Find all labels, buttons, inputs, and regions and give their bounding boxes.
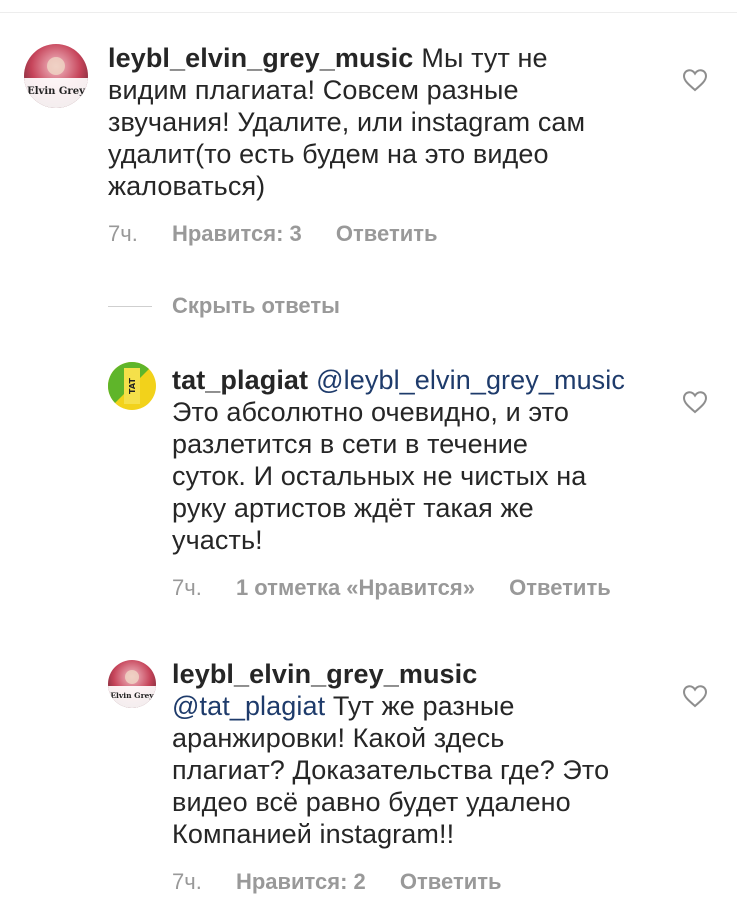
reply-button[interactable]: Ответить — [400, 869, 502, 894]
hide-replies-line — [108, 306, 152, 307]
likes-count[interactable]: Нравится: 3 — [172, 221, 302, 246]
comment-meta-1: 7ч. Нравится: 3 Ответить — [108, 220, 438, 248]
hide-replies-label[interactable]: Скрыть ответы — [172, 292, 340, 320]
comment-line: аранжировки! Какой здесь — [172, 723, 505, 753]
heart-icon[interactable] — [682, 390, 708, 414]
comment-text-1: leybl_elvin_grey_music Мы тут не видим пл… — [108, 42, 688, 202]
comment-line: Мы тут не — [421, 43, 548, 73]
comment-text-3: leybl_elvin_grey_music @tat_plagiat Тут … — [172, 658, 692, 850]
comment-meta-2: 7ч. 1 отметка «Нравится» Ответить — [172, 574, 611, 602]
comment-time: 7ч. — [172, 575, 202, 600]
comment-line: руку артистов ждёт такая же — [172, 493, 534, 523]
comment-line: участь! — [172, 525, 263, 555]
comment-line: Тут же разные — [332, 691, 515, 721]
comment-username[interactable]: leybl_elvin_grey_music — [172, 659, 477, 689]
comment-line: Это абсолютно очевидно, и это — [172, 397, 569, 427]
comment-line: Компанией instagram!! — [172, 819, 455, 849]
reply-button[interactable]: Ответить — [509, 575, 611, 600]
comment-line: суток. И остальных не чистых на — [172, 461, 587, 491]
comment-meta-3: 7ч. Нравится: 2 Ответить — [172, 868, 502, 896]
avatar-leybl[interactable]: Elvin Grey — [108, 660, 156, 708]
comment-line: видео всё равно будет удалено — [172, 787, 571, 817]
avatar-leybl[interactable]: Elvin Grey — [24, 44, 88, 108]
comment-line: жаловаться) — [108, 171, 266, 201]
comment-time: 7ч. — [172, 869, 202, 894]
likes-count[interactable]: Нравится: 2 — [236, 869, 366, 894]
heart-icon[interactable] — [682, 684, 708, 708]
reply-button[interactable]: Ответить — [336, 221, 438, 246]
top-divider — [0, 12, 737, 13]
comment-text-2: tat_plagiat @leybl_elvin_grey_music Это а… — [172, 364, 692, 556]
comment-time: 7ч. — [108, 221, 138, 246]
comment-username[interactable]: leybl_elvin_grey_music — [108, 43, 413, 73]
comment-mention[interactable]: @tat_plagiat — [172, 691, 325, 721]
likes-count[interactable]: 1 отметка «Нравится» — [236, 575, 475, 600]
comment-line: разлетится в сети в течение — [172, 429, 529, 459]
comment-line: плагиат? Доказательства где? Это — [172, 755, 610, 785]
svg-text:Elvin Grey: Elvin Grey — [110, 691, 154, 700]
comment-line: удалит(то есть будем на это видео — [108, 139, 549, 169]
comment-line: звучания! Удалите, или instagram сам — [108, 107, 586, 137]
comment-line: видим плагиата! Совсем разные — [108, 75, 519, 105]
comment-username[interactable]: tat_plagiat — [172, 365, 308, 395]
svg-text:TAT: TAT — [128, 378, 137, 394]
svg-text:Elvin Grey: Elvin Grey — [27, 86, 86, 97]
comment-mention[interactable]: @leybl_elvin_grey_music — [316, 365, 625, 395]
heart-icon[interactable] — [682, 68, 708, 92]
avatar-tat-plagiat[interactable]: TAT — [108, 362, 156, 410]
